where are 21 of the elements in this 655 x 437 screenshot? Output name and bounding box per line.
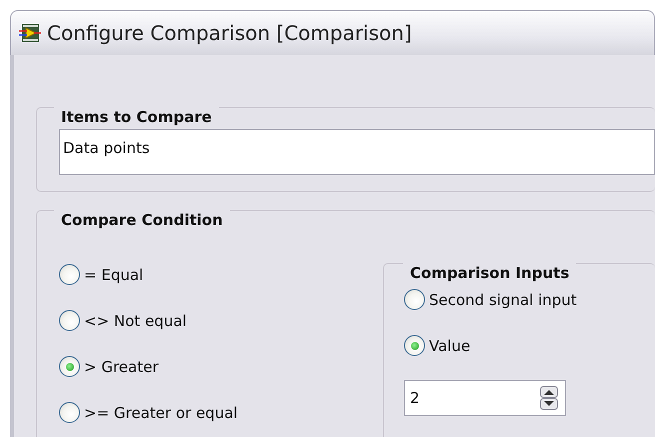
radio-button[interactable] (59, 264, 80, 285)
radio-label[interactable]: >= Greater or equal (84, 404, 238, 422)
radio-button[interactable] (59, 402, 80, 423)
radio-button[interactable] (404, 335, 425, 356)
window-title: Configure Comparison [Comparison] (47, 21, 412, 45)
group-title: Items to Compare (54, 107, 219, 127)
radio-button[interactable] (404, 289, 425, 310)
radio-label[interactable]: Value (429, 336, 470, 354)
group-title: Compare Condition (54, 210, 230, 230)
radio-label[interactable]: = Equal (84, 266, 144, 284)
numeric-value: 2 (410, 389, 421, 407)
radio-label[interactable]: > Greater (84, 358, 158, 376)
input-field[interactable]: Data points (59, 129, 655, 175)
group-title: Comparison Inputs (403, 263, 576, 283)
app-icon (19, 23, 41, 43)
radio-label[interactable]: <> Not equal (84, 312, 187, 330)
radio-label[interactable]: Second signal input (429, 290, 577, 308)
radio-button[interactable] (59, 356, 80, 377)
radio-button[interactable] (59, 310, 80, 331)
spin-arrows-icon[interactable] (540, 386, 558, 410)
numeric-field[interactable]: 2 (404, 380, 566, 416)
